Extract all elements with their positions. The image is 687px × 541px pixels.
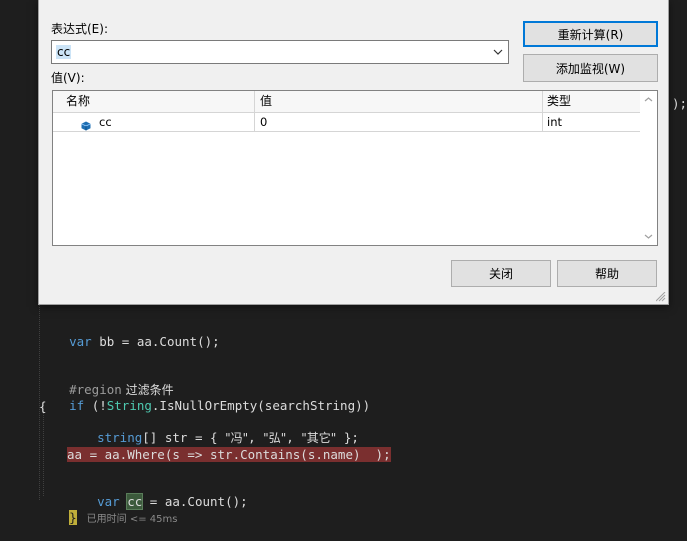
help-button[interactable]: 帮助 (557, 260, 657, 287)
column-header-type[interactable]: 类型 (543, 91, 641, 113)
chevron-down-icon[interactable] (490, 43, 506, 61)
code-line-array[interactable]: string[] str = { "冯", "弘", "其它" }; (67, 415, 359, 445)
elapsed-time-hint: 已用时间 <= 45ms (86, 514, 178, 525)
vertical-scrollbar[interactable] (640, 91, 657, 245)
current-statement-brace: } (69, 510, 77, 525)
code-line-bb[interactable]: var bb = aa.Count(); (39, 319, 220, 349)
resize-grip-icon[interactable] (656, 292, 666, 302)
code-line-if[interactable]: if (!String.IsNullOrEmpty(searchString)) (39, 383, 370, 413)
code-line-brace-close[interactable]: } 已用时间 <= 45ms (39, 495, 177, 525)
column-header-value[interactable]: 值 (255, 91, 543, 113)
value-label: 值(V): (51, 71, 85, 85)
expression-combobox[interactable]: cc (51, 40, 509, 64)
quick-watch-dialog: 表达式(E): cc 重新计算(R) 添加监视(W) 值(V): 名称 值 类型 (38, 0, 669, 305)
row-value[interactable]: 0 (255, 113, 543, 132)
recalculate-button[interactable]: 重新计算(R) (523, 21, 658, 47)
add-watch-button[interactable]: 添加监视(W) (523, 54, 658, 82)
scroll-up-icon[interactable] (640, 91, 657, 108)
code-line-region[interactable]: #region 过滤条件 (39, 367, 174, 397)
row-type: int (547, 115, 562, 129)
expression-label: 表达式(E): (51, 22, 108, 36)
code-fragment: ); (672, 96, 687, 111)
grid-header: 名称 值 类型 (53, 91, 641, 113)
code-line-where-highlighted[interactable]: aa = aa.Where(s => str.Contains(s.name) … (67, 447, 391, 462)
value-grid[interactable]: 名称 值 类型 cc 0 int (52, 90, 658, 246)
expression-input[interactable]: cc (56, 45, 72, 59)
close-button[interactable]: 关闭 (451, 260, 551, 287)
table-row[interactable]: cc 0 int (53, 113, 641, 132)
scroll-down-icon[interactable] (640, 228, 657, 245)
row-name: cc (99, 115, 112, 129)
code-line-cc[interactable]: var cc = aa.Count(); (67, 479, 248, 510)
code-line-brace-open[interactable]: { (39, 399, 47, 414)
column-header-name[interactable]: 名称 (53, 91, 255, 113)
variable-icon (81, 118, 91, 130)
